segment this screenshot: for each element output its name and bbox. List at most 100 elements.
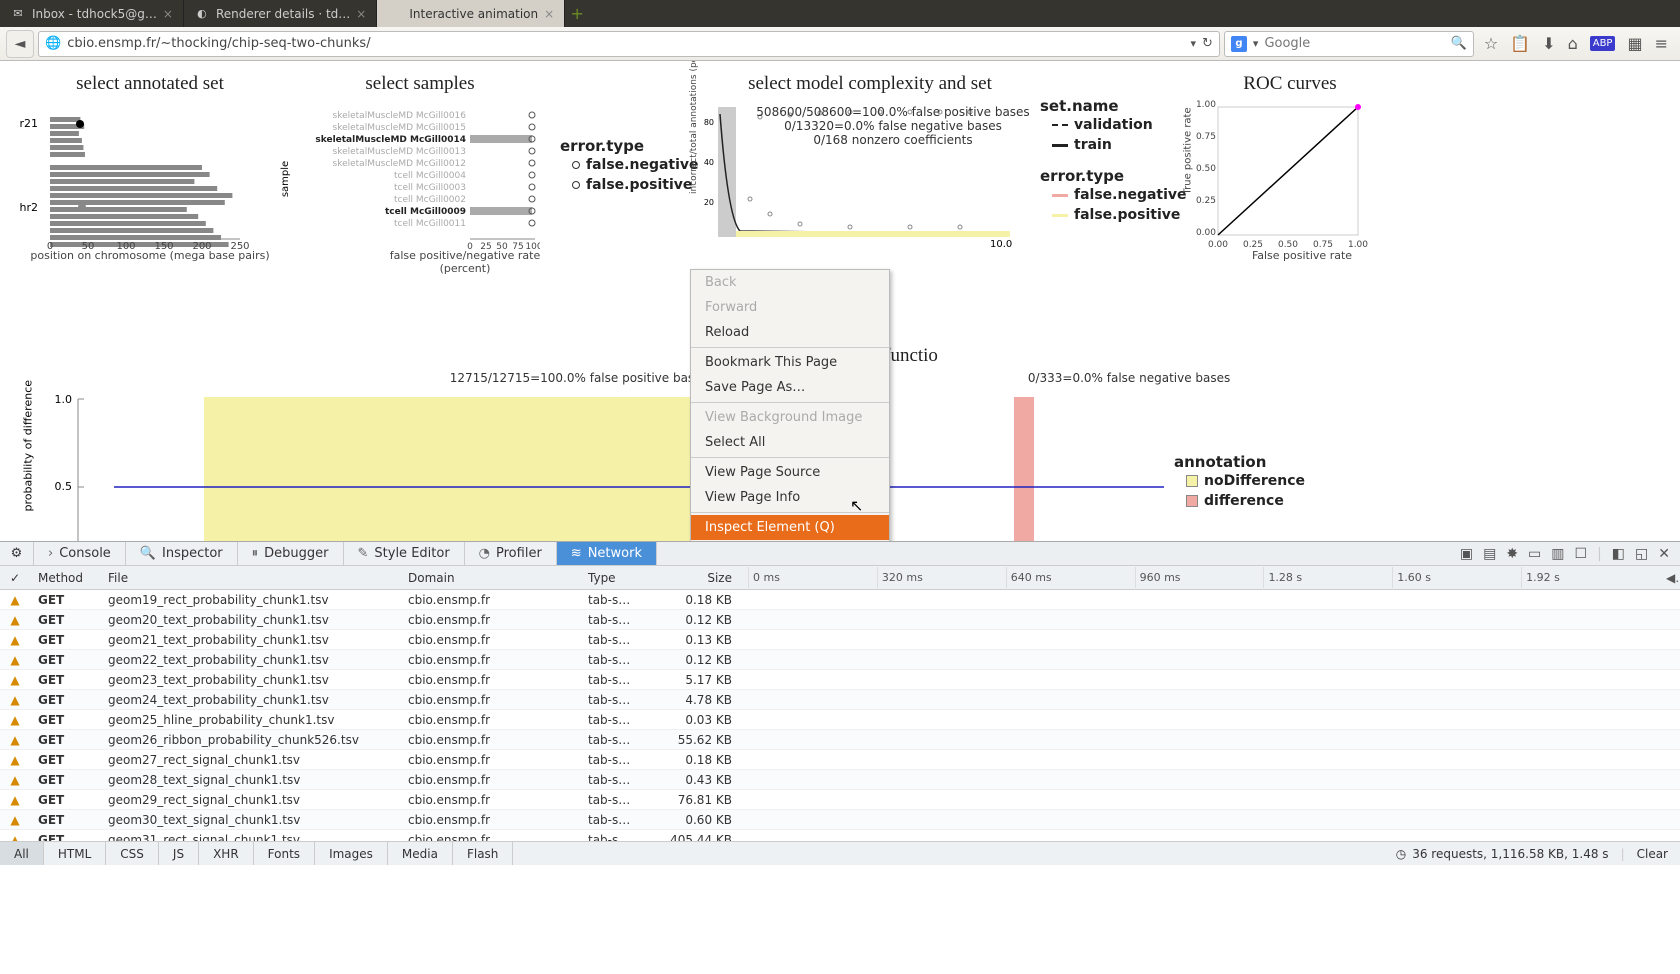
dock-window-icon[interactable]: ◱: [1635, 546, 1648, 562]
svg-text:skeletalMuscleMD McGill0013: skeletalMuscleMD McGill0013: [333, 147, 467, 157]
new-tab-button[interactable]: +: [565, 0, 589, 27]
svg-text:0: 0: [467, 242, 473, 249]
x-axis-label: False positive rate: [1190, 249, 1390, 262]
context-menu-item[interactable]: Bookmark This Page: [691, 350, 889, 375]
url-input[interactable]: [67, 36, 1184, 51]
toggle-details-icon[interactable]: ◀: [1658, 567, 1680, 589]
devtools-tab-network[interactable]: ≋Network: [557, 542, 657, 565]
network-row[interactable]: ▲GETgeom19_rect_probability_chunk1.tsvcb…: [0, 590, 1680, 610]
svg-text:tcell McGill0009: tcell McGill0009: [385, 207, 466, 217]
tab-close-icon[interactable]: ×: [544, 7, 554, 21]
svg-text:1.00: 1.00: [1196, 100, 1216, 110]
filter-xhr[interactable]: XHR: [199, 842, 254, 865]
svg-text:250: 250: [230, 241, 249, 249]
col-domain[interactable]: Domain: [400, 567, 580, 589]
browser-tab[interactable]: Interactive animation ×: [377, 0, 565, 27]
devtools-tab-console[interactable]: ›Console: [34, 542, 126, 565]
network-row[interactable]: ▲GETgeom25_hline_probability_chunk1.tsvc…: [0, 710, 1680, 730]
filter-media[interactable]: Media: [388, 842, 453, 865]
home-icon[interactable]: ⌂: [1568, 34, 1578, 53]
tab-close-icon[interactable]: ×: [356, 7, 366, 21]
filter-flash[interactable]: Flash: [453, 842, 513, 865]
network-row[interactable]: ▲GETgeom22_text_probability_chunk1.tsvcb…: [0, 650, 1680, 670]
devtools-tab-inspector[interactable]: 🔍Inspector: [126, 542, 238, 565]
context-menu-item[interactable]: Inspect Element (Q): [691, 515, 889, 540]
network-row[interactable]: ▲GETgeom20_text_probability_chunk1.tsvcb…: [0, 610, 1680, 630]
tab-favicon: ◐: [194, 6, 210, 22]
tabgroup-icon[interactable]: ▦: [1627, 34, 1642, 53]
screenshot-icon[interactable]: ☐: [1575, 546, 1588, 562]
search-bar[interactable]: g ▾ 🔍: [1224, 31, 1474, 57]
svg-text:150: 150: [154, 241, 173, 249]
bookmark-star-icon[interactable]: ☆: [1484, 34, 1498, 53]
svg-text:skeletalMuscleMD McGill0015: skeletalMuscleMD McGill0015: [333, 123, 467, 133]
svg-text:50: 50: [496, 242, 508, 249]
context-menu-item: Back: [691, 270, 889, 295]
network-row[interactable]: ▲GETgeom23_text_probability_chunk1.tsvcb…: [0, 670, 1680, 690]
legend-set-error: set.name validation train error.type fal…: [1040, 69, 1190, 275]
browser-navbar: ◄ 🌐 ▾ ↻ g ▾ 🔍 ☆ 📋 ⬇ ⌂ ABP ▦ ≡: [0, 27, 1680, 61]
filter-html[interactable]: HTML: [44, 842, 106, 865]
svg-text:50: 50: [82, 241, 95, 249]
dock-side-icon[interactable]: ◧: [1612, 546, 1625, 562]
context-menu-item[interactable]: Save Page As…: [691, 375, 889, 400]
context-menu-item[interactable]: Reload: [691, 320, 889, 345]
col-waterfall[interactable]: 0 ms320 ms640 ms960 ms1.28 s1.60 s1.92 s: [740, 563, 1658, 592]
network-row[interactable]: ▲GETgeom26_ribbon_probability_chunk526.t…: [0, 730, 1680, 750]
plot-complexity[interactable]: select model complexity and set incorrec…: [700, 69, 1040, 275]
page-content: select annotated set chr21 chr2 05010015…: [0, 61, 1680, 541]
devtools-tab-style-editor[interactable]: ✎Style Editor: [344, 542, 465, 565]
responsive-mode-icon[interactable]: ▣: [1460, 546, 1473, 562]
split-console-icon[interactable]: ▭: [1528, 546, 1541, 562]
devtools-options-icon[interactable]: ⚙: [0, 542, 34, 565]
network-row[interactable]: ▲GETgeom27_rect_signal_chunk1.tsvcbio.en…: [0, 750, 1680, 770]
network-row[interactable]: ▲GETgeom24_text_probability_chunk1.tsvcb…: [0, 690, 1680, 710]
browser-tab[interactable]: ◐Renderer details · td…×: [184, 0, 377, 27]
back-button[interactable]: ◄: [6, 30, 34, 58]
clear-button[interactable]: Clear: [1637, 847, 1668, 861]
scratchpad-icon[interactable]: ▤: [1483, 546, 1496, 562]
filter-fonts[interactable]: Fonts: [254, 842, 315, 865]
plot-samples[interactable]: select samples sample skeletalMuscleMD M…: [280, 69, 560, 275]
reload-icon[interactable]: ↻: [1202, 36, 1213, 51]
filter-all[interactable]: All: [0, 842, 44, 865]
filter-images[interactable]: Images: [315, 842, 388, 865]
network-row[interactable]: ▲GETgeom30_text_signal_chunk1.tsvcbio.en…: [0, 810, 1680, 830]
col-status[interactable]: ✓: [0, 567, 30, 589]
network-row[interactable]: ▲GETgeom21_text_probability_chunk1.tsvcb…: [0, 630, 1680, 650]
col-method[interactable]: Method: [30, 567, 100, 589]
tab-close-icon[interactable]: ×: [163, 7, 173, 21]
browser-tab[interactable]: ✉Inbox - tdhock5@g…×: [0, 0, 184, 27]
search-engine-dropdown-icon[interactable]: ▾: [1253, 37, 1259, 50]
col-file[interactable]: File: [100, 567, 400, 589]
ruler-icon[interactable]: ▥: [1551, 546, 1564, 562]
context-menu-item[interactable]: View Page Source: [691, 460, 889, 485]
search-icon[interactable]: 🔍: [1451, 36, 1467, 51]
plot-roc[interactable]: ROC curves True positive rate 0.000.250.…: [1190, 69, 1390, 275]
network-row[interactable]: ▲GETgeom29_rect_signal_chunk1.tsvcbio.en…: [0, 790, 1680, 810]
filter-js[interactable]: JS: [159, 842, 199, 865]
tab-favicon: ✉: [10, 6, 26, 22]
tab-favicon: [387, 6, 403, 22]
network-row[interactable]: ▲GETgeom28_text_signal_chunk1.tsvcbio.en…: [0, 770, 1680, 790]
col-type[interactable]: Type: [580, 567, 650, 589]
devtools-tab-debugger[interactable]: ⏸Debugger: [238, 542, 344, 565]
network-row[interactable]: ▲GETgeom31_rect_signal_chunk1.tsvcbio.en…: [0, 830, 1680, 841]
timer-icon: ◷: [1396, 847, 1406, 861]
search-input[interactable]: [1264, 36, 1444, 51]
url-bar[interactable]: 🌐 ▾ ↻: [38, 31, 1220, 57]
paint-flash-icon[interactable]: ✸: [1506, 546, 1518, 562]
plot-annotated-set[interactable]: select annotated set chr21 chr2 05010015…: [20, 69, 280, 275]
url-history-dropdown-icon[interactable]: ▾: [1190, 37, 1196, 50]
clipboard-icon[interactable]: 📋: [1510, 34, 1530, 53]
devtools-close-icon[interactable]: ✕: [1658, 546, 1670, 562]
abp-icon[interactable]: ABP: [1590, 36, 1616, 51]
status-warning-icon: ▲: [10, 633, 19, 647]
context-menu-item[interactable]: Select All: [691, 430, 889, 455]
devtools-tab-profiler[interactable]: ◔Profiler: [465, 542, 557, 565]
tab-title: Interactive animation: [409, 7, 538, 21]
downloads-icon[interactable]: ⬇: [1542, 34, 1555, 53]
col-size[interactable]: Size: [650, 567, 740, 589]
menu-icon[interactable]: ≡: [1655, 34, 1668, 53]
filter-css[interactable]: CSS: [106, 842, 159, 865]
